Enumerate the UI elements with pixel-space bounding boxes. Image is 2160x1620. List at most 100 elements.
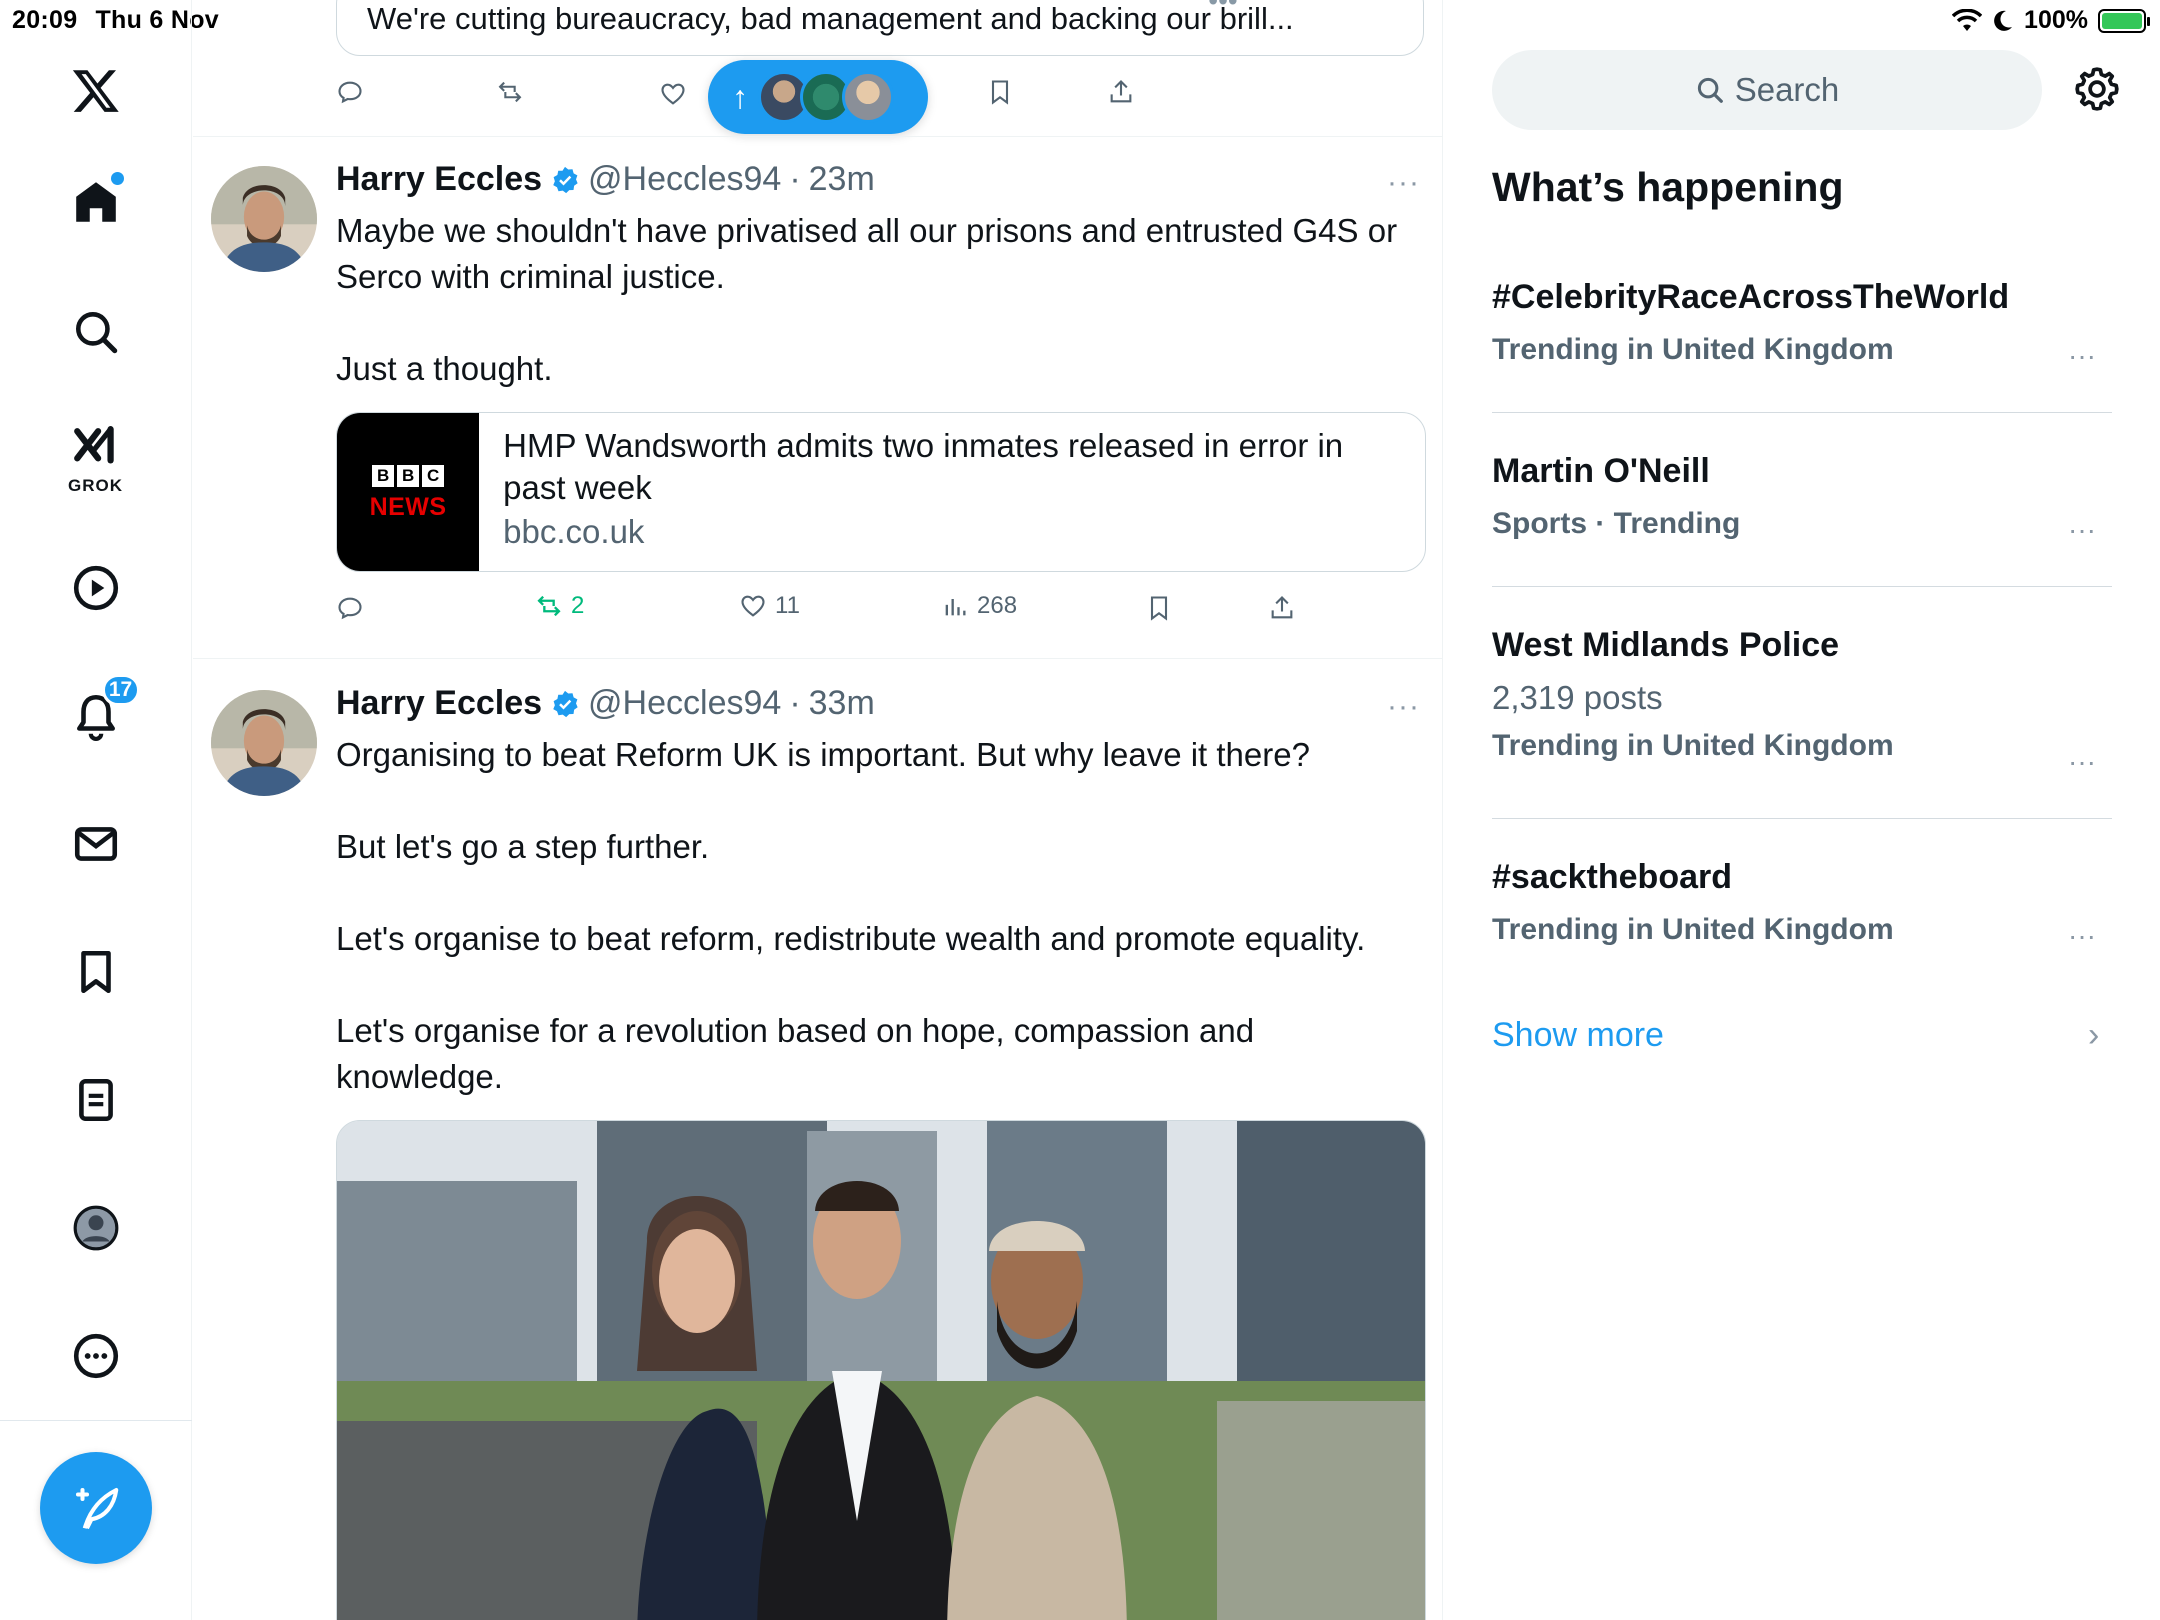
left-navigation: GROK 17 (0, 0, 192, 1620)
tweet-divider (193, 136, 1442, 137)
media-more-dots-icon: ••• (1208, 0, 1238, 16)
like-count: 11 (775, 592, 800, 619)
retweet-icon (537, 595, 561, 617)
trend-item[interactable]: West Midlands Police 2,319 posts Trendin… (1492, 626, 2112, 777)
retweet-button[interactable] (496, 78, 524, 106)
views-button[interactable]: 268 (941, 592, 1017, 620)
trend-title: West Midlands Police (1492, 626, 1840, 664)
logo-letter: B (372, 464, 395, 487)
link-card-title: HMP Wandsworth admits two inmates releas… (503, 427, 1344, 506)
reply-button[interactable] (336, 594, 364, 622)
reply-icon (338, 81, 362, 104)
views-chart-icon (945, 599, 966, 616)
bbc-news-logo: B B C NEWS (337, 413, 480, 571)
video-play-icon[interactable] (66, 558, 126, 618)
grok-label: GROK (68, 476, 123, 495)
trend-meta: Trending in United Kingdom (1492, 913, 1894, 946)
tweet-more-icon[interactable]: ··· (1387, 690, 1420, 724)
tweet-more-icon[interactable]: ··· (1387, 166, 1420, 200)
tweet-paragraph: Let's organise for a revolution based on… (336, 1012, 1255, 1095)
logo-letter: B (397, 464, 420, 487)
nav-divider (0, 1420, 192, 1421)
new-posts-pill[interactable]: ↑ (708, 60, 928, 134)
verified-badge-icon (553, 690, 578, 717)
more-options-icon[interactable] (66, 1326, 126, 1386)
settings-gear-icon[interactable] (2072, 64, 2122, 114)
trend-divider (1492, 586, 2112, 587)
bookmark-icon (991, 80, 1009, 105)
lists-icon[interactable] (66, 1070, 126, 1130)
whats-happening-title: What’s happening (1492, 164, 1844, 210)
tweet-paragraph: Just a thought. (336, 350, 553, 387)
share-button[interactable] (1268, 594, 1296, 622)
trend-more-icon[interactable]: ··· (2068, 514, 2096, 546)
previous-link-card[interactable]: We're cutting bureaucracy, bad managemen… (336, 0, 1424, 56)
logo-letter: C (422, 464, 445, 487)
avatar[interactable] (211, 690, 317, 796)
search-placeholder: Search (1734, 71, 1840, 108)
notifications-bell-icon[interactable]: 17 (66, 674, 140, 746)
author-name[interactable]: Harry Eccles (336, 684, 542, 723)
tweet-time[interactable]: 23m (809, 160, 875, 199)
logo-word: NEWS (369, 492, 447, 521)
trend-item[interactable]: #CelebrityRaceAcrossTheWorld Trending in… (1492, 278, 2112, 371)
trend-more-icon[interactable]: ··· (2068, 340, 2096, 372)
search-input[interactable]: Search (1492, 50, 2042, 130)
meta-separator: · (789, 684, 801, 722)
right-sidebar: Search What’s happening #CelebrityRaceAc… (1444, 0, 2160, 1620)
trend-title: #CelebrityRaceAcrossTheWorld (1492, 278, 2010, 316)
share-button[interactable] (1107, 78, 1135, 106)
trend-meta: Trending in United Kingdom (1492, 729, 1894, 762)
tweet-paragraph: Let's organise to beat reform, redistrib… (336, 920, 1366, 957)
reply-icon (338, 597, 362, 620)
like-button[interactable]: 11 (739, 592, 800, 620)
home-icon[interactable] (66, 172, 126, 232)
search-icon (1697, 77, 1723, 103)
trend-title: #sacktheboard (1492, 858, 1732, 896)
retweet-icon (498, 81, 522, 103)
meta-separator: · (789, 160, 801, 198)
avatar (842, 71, 894, 123)
chevron-right-icon: › (2088, 1016, 2100, 1054)
tweet-divider (193, 658, 1442, 659)
trend-title: Martin O'Neill (1492, 452, 1710, 490)
tweet-time[interactable]: 33m (809, 684, 875, 723)
messages-envelope-icon[interactable] (66, 814, 126, 874)
trend-item[interactable]: Martin O'Neill Sports · Trending ··· (1492, 452, 2112, 545)
grok-icon[interactable] (66, 420, 126, 480)
arrow-up-icon: ↑ (732, 78, 748, 115)
tweet-paragraph: Organising to beat Reform UK is importan… (336, 736, 1310, 773)
profile-avatar-icon[interactable] (66, 1198, 126, 1258)
compose-post-button[interactable] (40, 1452, 152, 1564)
share-icon (1110, 80, 1132, 103)
link-preview-card[interactable]: B B C NEWS HMP Wandsworth admits two inm… (336, 412, 1426, 572)
bookmarks-icon[interactable] (66, 942, 126, 1002)
like-button[interactable] (659, 80, 687, 108)
trend-more-icon[interactable]: ··· (2068, 746, 2096, 778)
tweet-paragraph: Maybe we shouldn't have privatised all o… (336, 212, 1398, 295)
retweet-count: 2 (571, 592, 585, 619)
trend-post-count: 2,319 posts (1492, 679, 1663, 716)
explore-search-icon[interactable] (66, 302, 126, 362)
heart-icon (661, 83, 685, 105)
bookmark-button[interactable] (1145, 594, 1173, 622)
reply-button[interactable] (336, 78, 364, 106)
tweet-photo[interactable] (336, 1120, 1426, 1620)
bookmark-button[interactable] (986, 78, 1014, 106)
x-logo-icon[interactable] (66, 60, 126, 120)
new-posts-avatars (758, 71, 894, 123)
heart-icon (741, 595, 765, 617)
author-name[interactable]: Harry Eccles (336, 160, 542, 199)
tweet-header: Harry Eccles @Heccles94 · 23m (336, 160, 875, 199)
author-handle[interactable]: @Heccles94 (588, 160, 781, 199)
view-count: 268 (977, 592, 1018, 619)
share-icon (1271, 596, 1293, 619)
author-handle[interactable]: @Heccles94 (588, 684, 781, 723)
avatar[interactable] (211, 166, 317, 272)
show-more-link[interactable]: Show more (1492, 1016, 1664, 1055)
retweet-button[interactable]: 2 (535, 592, 584, 620)
trend-more-icon[interactable]: ··· (2068, 920, 2096, 952)
trend-item[interactable]: #sacktheboard Trending in United Kingdom… (1492, 858, 2112, 951)
link-card-domain: bbc.co.uk (503, 513, 645, 550)
bookmark-icon (1150, 596, 1168, 621)
